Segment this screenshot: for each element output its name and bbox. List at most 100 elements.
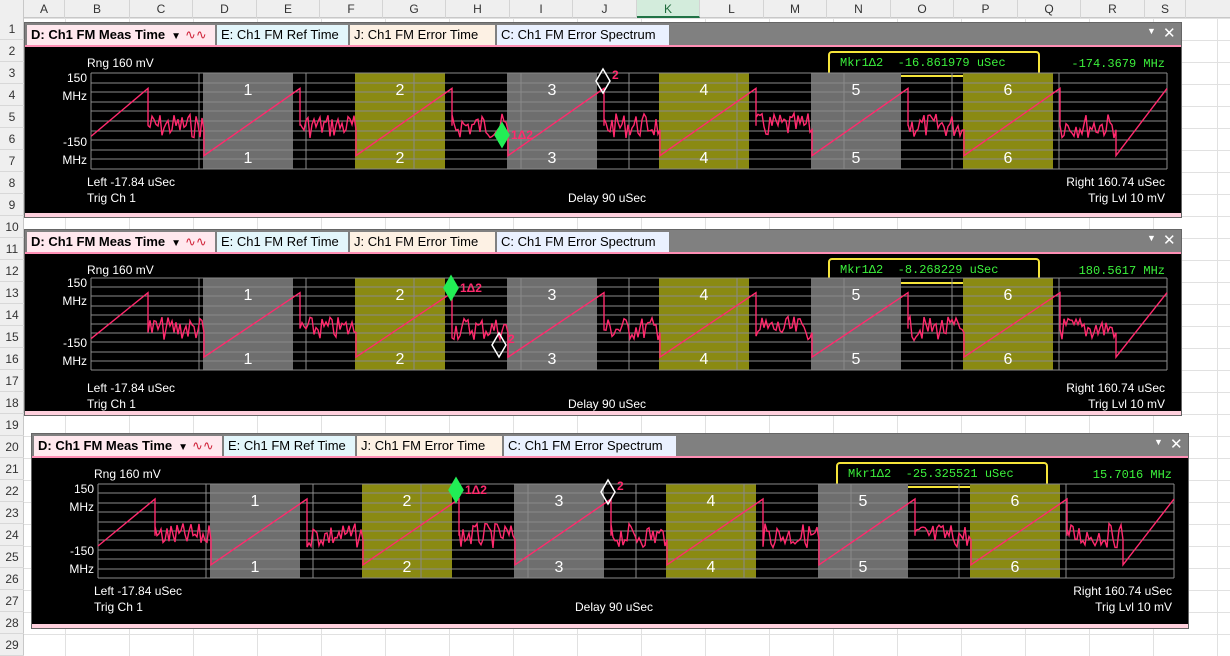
row-header[interactable]: 4 xyxy=(0,84,24,106)
row-header[interactable]: 24 xyxy=(0,524,24,546)
trig-channel-label: Trig Ch 1 xyxy=(94,600,143,614)
tab-label: D: Ch1 FM Meas Time xyxy=(38,438,173,453)
row-header[interactable]: 15 xyxy=(0,326,24,348)
row-header[interactable]: 5 xyxy=(0,106,24,128)
row-header[interactable]: 10 xyxy=(0,216,24,238)
fm-trace-plot[interactable]: 1 1 2 2 3 3 4 4 5 5 6 6 1Δ2 2 xyxy=(97,476,1175,579)
tab-4[interactable]: C: Ch1 FM Error Spectrum xyxy=(504,436,676,456)
slot-label-bottom: 4 xyxy=(700,150,709,167)
meas-time-panel-2[interactable]: D: Ch1 FM Meas Time ▼ ∿∿ E: Ch1 FM Ref Time… xyxy=(24,229,1182,416)
tab-label: J: Ch1 FM Error Time xyxy=(354,27,479,42)
tab-1[interactable]: D: Ch1 FM Meas Time ▼ ∿∿ xyxy=(27,25,215,45)
tab-1[interactable]: D: Ch1 FM Meas Time ▼ ∿∿ xyxy=(34,436,222,456)
column-header[interactable]: L xyxy=(700,0,764,18)
column-header[interactable]: J xyxy=(573,0,637,18)
column-header[interactable]: R xyxy=(1081,0,1145,18)
column-header[interactable]: M xyxy=(764,0,827,18)
slot-label-top: 6 xyxy=(1004,287,1013,304)
marker-2-label: 2 xyxy=(612,68,619,82)
row-header[interactable]: 20 xyxy=(0,436,24,458)
fm-trace-plot[interactable]: 1 1 2 2 3 3 4 4 5 5 6 6 1Δ2 2 xyxy=(90,67,1168,170)
chevron-down-icon[interactable]: ▼ xyxy=(178,442,188,453)
right-time-label: Right 160.74 uSec xyxy=(1066,381,1165,395)
column-header[interactable]: E xyxy=(257,0,320,18)
tab-1[interactable]: D: Ch1 FM Meas Time ▼ ∿∿ xyxy=(27,232,215,252)
column-header[interactable]: D xyxy=(193,0,257,18)
row-header[interactable]: 8 xyxy=(0,172,24,194)
column-header[interactable]: K xyxy=(637,0,700,18)
row-header[interactable]: 11 xyxy=(0,238,24,260)
row-header[interactable]: 7 xyxy=(0,150,24,172)
column-headers: ABCDEFGHIJKLMNOPQRS xyxy=(0,0,1230,18)
row-header[interactable]: 18 xyxy=(0,392,24,414)
slot-label-bottom: 2 xyxy=(396,351,405,368)
tab-4[interactable]: C: Ch1 FM Error Spectrum xyxy=(497,25,669,45)
close-icon[interactable]: ✕ xyxy=(1170,435,1183,453)
slot-label-bottom: 6 xyxy=(1011,559,1020,576)
column-header[interactable]: P xyxy=(954,0,1018,18)
column-header[interactable]: N xyxy=(827,0,891,18)
waveform-icon: ∿∿ xyxy=(192,438,214,453)
slot-label-bottom: 1 xyxy=(244,150,253,167)
row-header[interactable]: 6 xyxy=(0,128,24,150)
row-header[interactable]: 27 xyxy=(0,590,24,612)
row-header[interactable]: 17 xyxy=(0,370,24,392)
column-header[interactable]: O xyxy=(891,0,954,18)
tab-2[interactable]: E: Ch1 FM Ref Time xyxy=(224,436,355,456)
slot-label-top: 1 xyxy=(244,82,253,99)
row-header[interactable]: 1 xyxy=(0,18,24,40)
fm-trace-plot[interactable]: 1 1 2 2 3 3 4 4 5 5 6 6 1Δ2 2 xyxy=(90,274,1168,371)
row-header[interactable]: 19 xyxy=(0,414,24,436)
chevron-down-icon[interactable]: ▼ xyxy=(171,238,181,249)
slot-label-top: 6 xyxy=(1004,82,1013,99)
tab-3[interactable]: J: Ch1 FM Error Time xyxy=(357,436,502,456)
trig-level-label: Trig Lvl 10 mV xyxy=(1088,397,1165,411)
slot-label-top: 4 xyxy=(700,82,709,99)
slot-label-bottom: 2 xyxy=(403,559,412,576)
column-header[interactable]: I xyxy=(510,0,573,18)
row-header[interactable]: 14 xyxy=(0,304,24,326)
meas-time-panel-1[interactable]: D: Ch1 FM Meas Time ▼ ∿∿ E: Ch1 FM Ref Time… xyxy=(24,22,1182,218)
column-header[interactable]: S xyxy=(1145,0,1186,18)
row-header[interactable]: 13 xyxy=(0,282,24,304)
marker-1-label: 1Δ2 xyxy=(460,281,482,295)
meas-time-panel-3[interactable]: D: Ch1 FM Meas Time ▼ ∿∿ E: Ch1 FM Ref Time… xyxy=(31,433,1189,629)
row-header[interactable]: 29 xyxy=(0,634,24,656)
column-header[interactable]: Q xyxy=(1018,0,1081,18)
pin-icon[interactable]: ▼ xyxy=(1154,437,1163,447)
select-all-corner[interactable] xyxy=(0,0,24,18)
row-header[interactable]: 3 xyxy=(0,62,24,84)
tab-2[interactable]: E: Ch1 FM Ref Time xyxy=(217,25,348,45)
close-icon[interactable]: ✕ xyxy=(1163,24,1176,42)
slot-label-bottom: 5 xyxy=(859,559,868,576)
column-header[interactable]: G xyxy=(383,0,446,18)
slot-label-bottom: 5 xyxy=(852,150,861,167)
tab-3[interactable]: J: Ch1 FM Error Time xyxy=(350,232,495,252)
row-header[interactable]: 9 xyxy=(0,194,24,216)
pin-icon[interactable]: ▼ xyxy=(1147,26,1156,36)
row-header[interactable]: 25 xyxy=(0,546,24,568)
row-header[interactable]: 28 xyxy=(0,612,24,634)
column-header[interactable]: H xyxy=(446,0,510,18)
tab-4[interactable]: C: Ch1 FM Error Spectrum xyxy=(497,232,669,252)
close-icon[interactable]: ✕ xyxy=(1163,231,1176,249)
slot-label-top: 1 xyxy=(244,287,253,304)
row-header[interactable]: 22 xyxy=(0,480,24,502)
row-header[interactable]: 21 xyxy=(0,458,24,480)
row-header[interactable]: 23 xyxy=(0,502,24,524)
pin-icon[interactable]: ▼ xyxy=(1147,233,1156,243)
column-header[interactable]: B xyxy=(65,0,130,18)
column-header[interactable]: C xyxy=(130,0,193,18)
row-header[interactable]: 26 xyxy=(0,568,24,590)
tab-3[interactable]: J: Ch1 FM Error Time xyxy=(350,25,495,45)
column-header[interactable]: A xyxy=(24,0,65,18)
column-header[interactable]: F xyxy=(320,0,383,18)
row-header[interactable]: 16 xyxy=(0,348,24,370)
trig-level-label: Trig Lvl 10 mV xyxy=(1088,191,1165,205)
row-header[interactable]: 12 xyxy=(0,260,24,282)
chevron-down-icon[interactable]: ▼ xyxy=(171,31,181,42)
row-header[interactable]: 2 xyxy=(0,40,24,62)
tab-2[interactable]: E: Ch1 FM Ref Time xyxy=(217,232,348,252)
slot-label-bottom: 6 xyxy=(1004,150,1013,167)
